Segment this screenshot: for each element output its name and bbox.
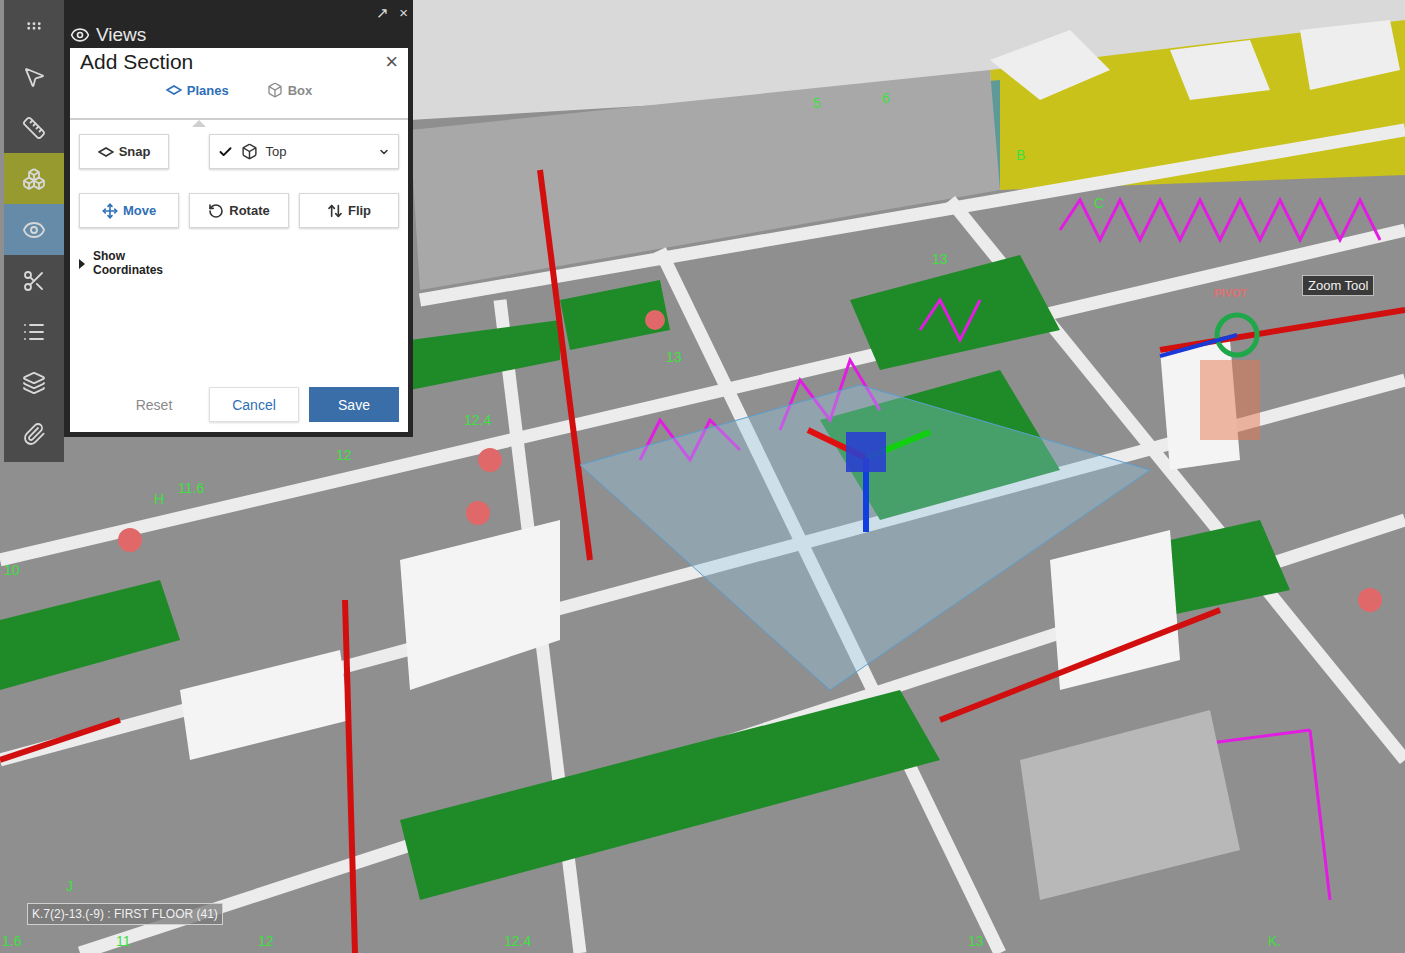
toolbar-item[interactable] [4,357,64,408]
toolbar-item[interactable] [4,255,64,306]
grid-label: 6 [882,91,890,105]
grid-label: 13 [932,252,948,266]
card-body: Snap Top Move Rotate Flip Show Coordinates Res… [70,120,408,432]
cube-icon [241,143,258,160]
toolbar [4,0,64,462]
grid-label: C [1094,196,1104,210]
tool-icon [25,17,43,35]
action-icon [102,203,118,219]
grid-label: K. [1268,934,1281,948]
card-header: Add Section × Planes Box [70,48,408,120]
box-icon [267,82,283,98]
plane-icon [166,85,182,95]
grid-label: H [154,492,164,506]
toolbar-item[interactable] [4,153,64,204]
tool-icon [22,269,46,293]
grid-label: 11.6 [178,481,204,495]
tab[interactable]: Planes [166,82,229,98]
popout-button[interactable]: ↗ [376,4,389,22]
grid-label: 12.4 [504,934,531,948]
panel-header: Views↗× [70,0,408,48]
grid-label: 11 [116,934,131,948]
snap-button[interactable]: Snap [79,134,169,169]
pivot-label: PIVOT [1214,287,1247,299]
toolbar-item[interactable] [4,306,64,357]
footer-button[interactable]: Save [309,387,399,422]
toolbar-item[interactable] [4,408,64,459]
tab[interactable]: Box [267,82,313,98]
caret-icon [378,146,390,158]
tabs: Planes Box [80,74,398,118]
close-button[interactable]: × [385,51,398,73]
tab-indicator [192,120,206,127]
plane-icon [98,147,114,157]
tool-icon [22,422,46,446]
action-icon [327,203,343,219]
card-title: Add Section [80,50,193,74]
toolbar-item[interactable] [4,0,64,51]
grid-label: 13 [666,350,682,364]
check-icon [218,144,233,160]
add-section-card: Add Section × Planes Box Snap Top Move Rotate Fl… [70,48,408,432]
action-icon [208,203,224,219]
location-label: K.7(2)-13.(-9) : FIRST FLOOR (41) [27,903,223,925]
grid-label: 5 [813,96,821,110]
expand-icon [79,259,85,269]
footer-button: Reset [109,387,199,422]
tool-icon [22,116,46,140]
grid-label: J [66,879,73,893]
grid-label: 12.4 [464,413,491,427]
views-panel: Views↗×Add Section×PlanesBoxSnapTopMoveR… [64,0,413,437]
footer: Reset Cancel Save [79,387,399,422]
app: 1.6 11 12 12.4 13 K. 10 J H 11.6 12 12.4 13 5 6 13 B C PIV… [0,0,1405,953]
eye-icon [70,25,90,45]
grid-label: 12 [258,934,274,948]
panel-close-button[interactable]: × [399,4,408,22]
grid-label: 10 [4,563,20,577]
action-button[interactable]: Rotate [189,193,289,228]
section-gizmo-icon[interactable] [808,430,930,532]
footer-button[interactable]: Cancel [209,387,299,422]
plane-checkbox[interactable] [218,144,233,159]
panel-title: Views [70,24,146,46]
toolbar-item[interactable] [4,51,64,102]
tool-icon [22,371,46,395]
plane-dropdown[interactable]: Top [209,134,399,169]
tooltip: Zoom Tool [1302,275,1374,296]
tool-icon [22,65,46,89]
coordinates-toggle[interactable]: Show Coordinates [79,250,399,278]
tool-icon [22,320,46,344]
grid-label: 13 [968,934,984,948]
grid-label: B [1016,148,1025,162]
action-button[interactable]: Move [79,193,179,228]
tool-icon [22,218,46,242]
panel-controls: ↗× [376,4,408,22]
action-button[interactable]: Flip [299,193,399,228]
tool-icon [22,167,46,191]
toolbar-item[interactable] [4,204,64,255]
grid-label: 1.6 [2,934,21,948]
toolbar-item[interactable] [4,102,64,153]
grid-label: 12 [336,448,352,462]
